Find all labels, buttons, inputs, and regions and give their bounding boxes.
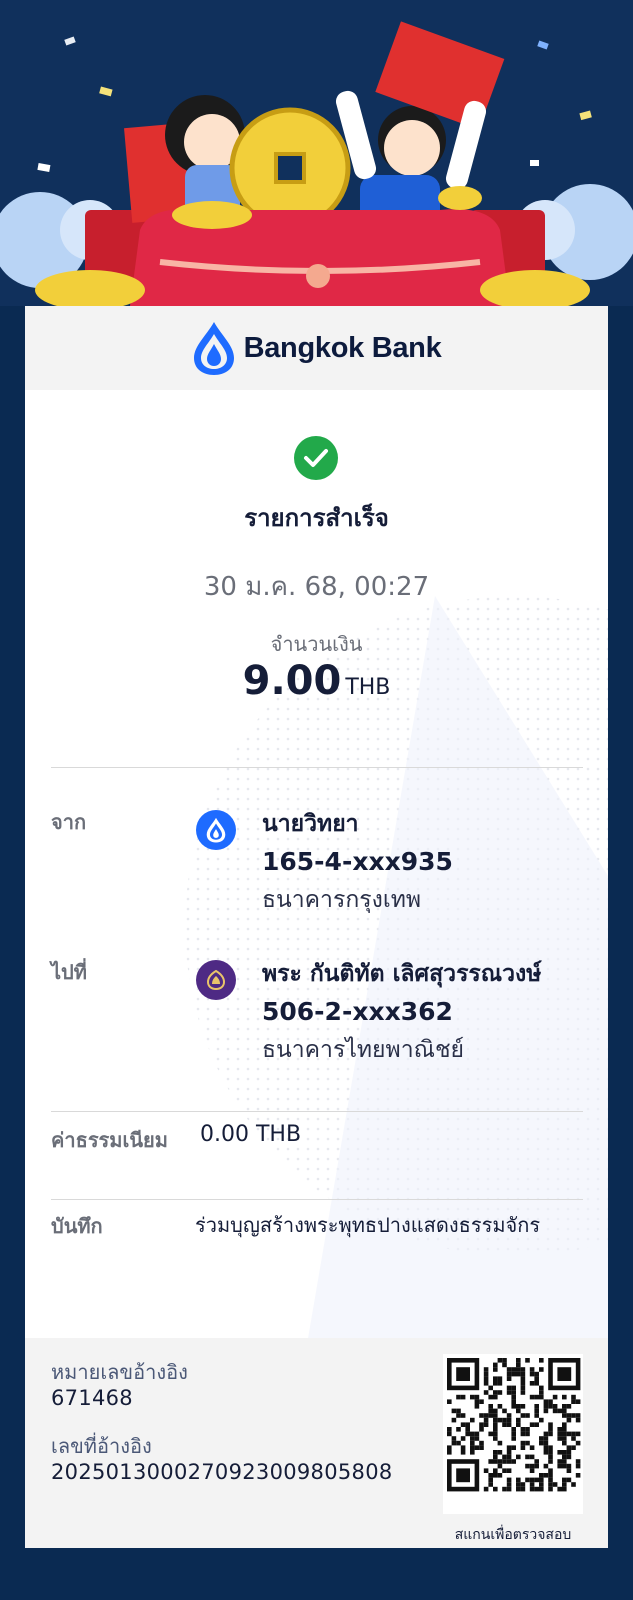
bank-logo-text: Bangkok Bank [243, 331, 442, 364]
to-account: 506-2-xxx362 [262, 997, 453, 1026]
reference-footer: หมายเลขอ้างอิง 671468 เลขที่อ้างอิง 2025… [25, 1338, 608, 1548]
reference-number-label: หมายเลขอ้างอิง [51, 1360, 188, 1384]
banner-illustration [0, 0, 633, 306]
amount-label: จำนวนเงิน [270, 632, 363, 656]
memo-value: ร่วมบุญสร้างพระพุทธปางแสดงธรรมจักร [195, 1213, 541, 1237]
memo-label: บันทึก [51, 1214, 103, 1238]
to-bank: ธนาคารไทยพาณิชย์ [262, 1037, 465, 1063]
bangkok-bank-icon [196, 810, 236, 850]
transaction-ref-value: 2025013000270923009805808 [51, 1460, 393, 1484]
from-account: 165-4-xxx935 [262, 847, 453, 876]
transaction-status: รายการสำเร็จ [244, 504, 389, 532]
transaction-ref-label: เลขที่อ้างอิง [51, 1434, 152, 1458]
to-name: พระ กันติทัต เลิศสุวรรณวงษ์ [262, 961, 542, 987]
bank-logo-bar: Bangkok Bank [25, 306, 608, 390]
amount-value: 9.00 [242, 658, 342, 704]
qr-caption: สแกนเพื่อตรวจสอบ [454, 1527, 572, 1543]
divider [51, 1111, 583, 1112]
from-party: นายวิทยา 165-4-xxx935 ธนาคารกรุงเทพ [262, 806, 453, 919]
receipt-card: Bangkok Bank รายการสำเร็จ 30 ม.ค. 68, 00… [25, 306, 608, 1548]
fee-label: ค่าธรรมเนียม [51, 1128, 168, 1152]
scb-bank-icon [196, 960, 236, 1000]
divider [51, 767, 583, 768]
from-name: นายวิทยา [262, 811, 359, 837]
success-check-icon [294, 436, 338, 480]
amount-currency: THB [345, 675, 391, 700]
amount: 9.00 THB [25, 658, 608, 704]
from-bank: ธนาคารกรุงเทพ [262, 887, 422, 913]
new-year-banner [0, 0, 633, 306]
reference-number-value: 671468 [51, 1386, 133, 1410]
bangkok-bank-logo-icon [193, 322, 234, 375]
qr-code[interactable] [443, 1354, 583, 1514]
divider [51, 1199, 583, 1200]
to-party: พระ กันติทัต เลิศสุวรรณวงษ์ 506-2-xxx362… [262, 956, 541, 1069]
transaction-datetime: 30 ม.ค. 68, 00:27 [203, 572, 430, 602]
fee-value: 0.00 THB [200, 1122, 302, 1147]
to-label: ไปที่ [51, 960, 87, 984]
from-label: จาก [51, 810, 87, 834]
